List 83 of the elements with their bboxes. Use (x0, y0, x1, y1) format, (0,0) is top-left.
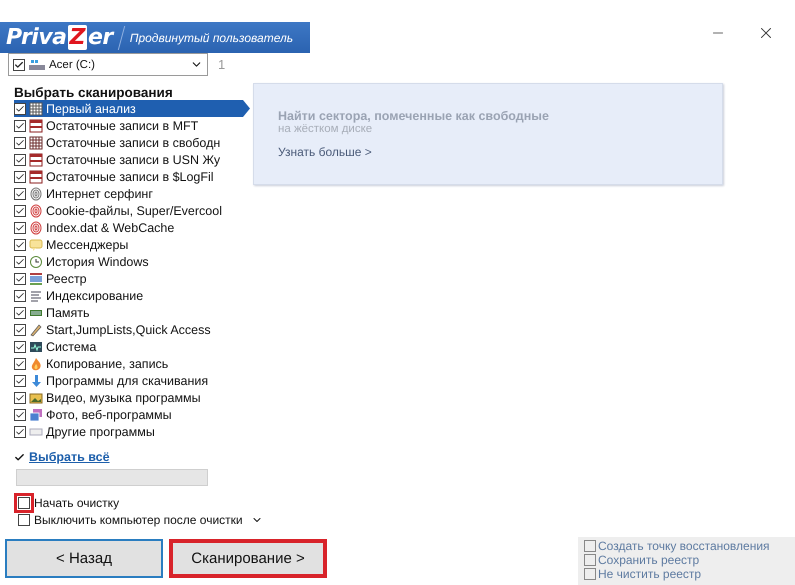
scan-item[interactable]: Система (14, 338, 250, 355)
grid-icon (29, 136, 43, 150)
drive-label: Acer (C:) (49, 58, 96, 70)
select-all-link[interactable]: Выбрать всё (29, 450, 110, 464)
scan-button[interactable]: Сканирование > (169, 539, 327, 578)
info-subtitle: на жёстком диске (278, 123, 374, 135)
checkbox[interactable] (14, 340, 26, 352)
learn-more-link[interactable]: Узнать больше > (278, 145, 722, 159)
monitor-icon (29, 340, 43, 354)
records-icon (29, 152, 43, 166)
checkbox[interactable] (14, 170, 26, 182)
download-arrow-icon (29, 374, 43, 388)
checkbox[interactable] (584, 554, 596, 566)
checkbox[interactable] (14, 188, 26, 200)
option-label: Выключить компьютер после очистки (34, 512, 243, 526)
checkbox[interactable] (14, 272, 26, 284)
scan-item[interactable]: Память (14, 304, 250, 321)
scan-item[interactable]: Интернет серфинг (14, 185, 250, 202)
option-label: Сохранить реестр (598, 553, 700, 567)
option-label: Начать очистку (34, 496, 120, 510)
records-icon (29, 170, 43, 184)
checkbox[interactable] (14, 222, 26, 234)
info-title: Найти сектора, помеченные как свободные (278, 109, 550, 123)
checkbox[interactable] (13, 58, 25, 70)
scan-item[interactable]: Остаточные записи в MFT (14, 117, 250, 134)
checkbox[interactable] (14, 306, 26, 318)
scan-item[interactable]: Индексирование (14, 287, 250, 304)
scan-item[interactable]: Остаточные записи в $LogFil (14, 168, 250, 185)
fingerprint-icon (29, 204, 43, 218)
clock-icon (29, 254, 43, 268)
fingerprint-icon (29, 186, 43, 200)
checkbox[interactable] (14, 256, 26, 268)
checkbox[interactable] (14, 358, 26, 370)
photo-icon (29, 408, 43, 422)
scan-item[interactable]: Видео, музыка программы (14, 389, 250, 406)
scan-item[interactable]: Остаточные записи в USN Жу (14, 151, 250, 168)
scan-item[interactable]: Start,JumpLists,Quick Access (14, 321, 250, 338)
section-heading: Выбрать сканирования (14, 85, 174, 100)
chat-icon (29, 238, 43, 252)
scan-item[interactable]: Остаточные записи в свободн (14, 134, 250, 151)
checkbox[interactable] (18, 496, 30, 508)
records-icon (29, 118, 43, 132)
checkbox[interactable] (14, 392, 26, 404)
fire-icon (29, 356, 43, 370)
checkbox[interactable] (14, 290, 26, 302)
scan-item[interactable]: Копирование, запись (14, 355, 250, 372)
fingerprint-icon (29, 220, 43, 234)
checkbox[interactable] (14, 408, 26, 420)
drive-count: 1 (218, 57, 226, 72)
checkbox[interactable] (584, 568, 596, 580)
scan-item[interactable]: Первый анализ (14, 100, 250, 117)
mode-label: Продвинутый пользователь (130, 30, 294, 44)
scan-item[interactable]: Другие программы (14, 423, 250, 440)
grid-icon (29, 102, 43, 116)
check-icon (14, 452, 25, 462)
drive-icon (29, 58, 45, 70)
option-label: Создать точку восстановления (598, 539, 770, 553)
logo: PrivaZer (6, 25, 113, 50)
scan-item[interactable]: Index.dat & WebCache (14, 219, 250, 236)
checkbox[interactable] (14, 426, 26, 438)
checkbox[interactable] (18, 514, 30, 526)
option-label: Не чистить реестр (598, 567, 702, 581)
video-icon (29, 390, 43, 404)
scan-item[interactable]: Мессенджеры (14, 236, 250, 253)
checkbox[interactable] (14, 102, 26, 114)
drive-dropdown[interactable]: Acer (C:) (8, 53, 208, 76)
scan-item[interactable]: История Windows (14, 253, 250, 270)
scan-item[interactable]: Cookie-файлы, Super/Evercool (14, 202, 250, 219)
registry-icon (29, 272, 43, 286)
scan-item[interactable]: Фото, веб-программы (14, 406, 250, 423)
scan-item[interactable]: Программы для скачивания (14, 372, 250, 389)
checkbox[interactable] (14, 374, 26, 386)
checkbox[interactable] (14, 238, 26, 250)
checkbox[interactable] (14, 120, 26, 132)
checkbox[interactable] (14, 204, 26, 216)
scan-item[interactable]: Реестр (14, 270, 250, 287)
lines-icon (29, 288, 43, 302)
checkbox[interactable] (14, 136, 26, 148)
checkbox[interactable] (14, 324, 26, 336)
pen-icon (29, 322, 43, 336)
checkbox[interactable] (584, 540, 596, 552)
back-button[interactable]: < Назад (5, 539, 163, 578)
checkbox[interactable] (14, 154, 26, 166)
